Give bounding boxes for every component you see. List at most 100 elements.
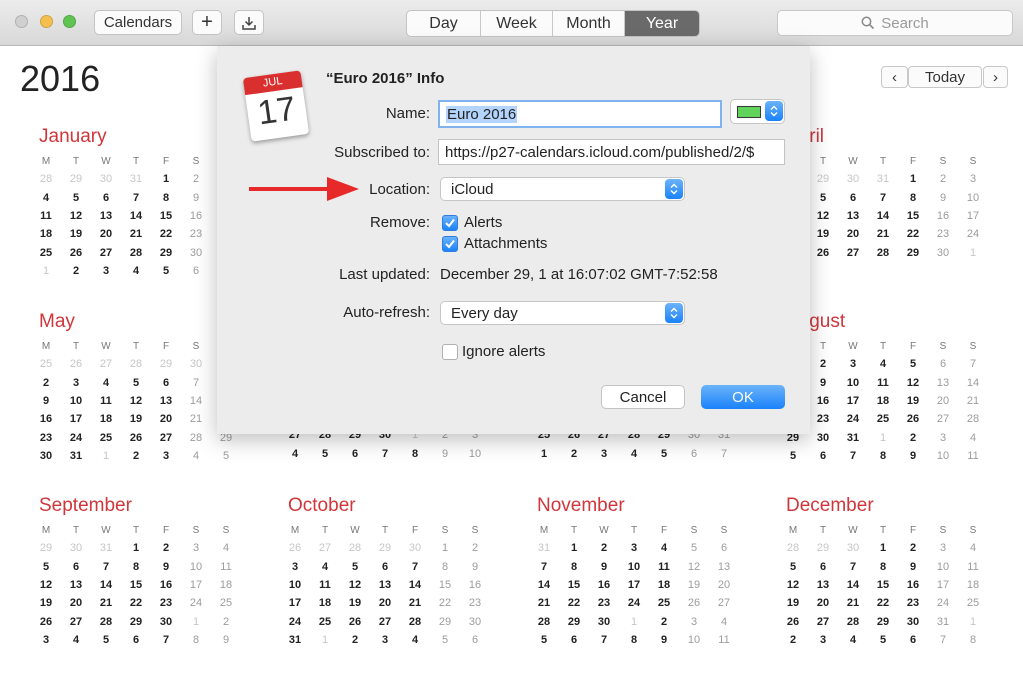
day-cell[interactable]: 30 [808,432,838,444]
day-cell[interactable]: 2 [898,542,928,554]
day-cell[interactable]: 20 [91,228,121,240]
day-cell[interactable]: 10 [460,448,490,460]
day-cell[interactable]: 11 [211,561,241,573]
day-cell[interactable]: 10 [838,377,868,389]
ok-button[interactable]: OK [701,385,785,409]
day-cell[interactable]: 17 [958,210,988,222]
day-cell[interactable]: 12 [778,579,808,591]
day-cell[interactable]: 22 [430,597,460,609]
day-cell[interactable]: 14 [181,395,211,407]
day-cell[interactable]: 28 [121,358,151,370]
day-cell[interactable]: 9 [928,192,958,204]
day-cell[interactable]: 19 [679,579,709,591]
day-cell[interactable]: 5 [679,542,709,554]
close-window-button[interactable] [15,15,28,28]
day-cell[interactable]: 4 [958,432,988,444]
day-cell[interactable]: 25 [958,597,988,609]
day-cell[interactable]: 3 [280,561,310,573]
day-cell[interactable]: 17 [838,395,868,407]
day-cell[interactable]: 18 [31,228,61,240]
day-cell[interactable]: 18 [91,413,121,425]
day-cell[interactable]: 16 [181,210,211,222]
day-cell[interactable]: 7 [928,634,958,646]
day-cell[interactable]: 10 [928,561,958,573]
day-cell[interactable]: 3 [838,358,868,370]
day-cell[interactable]: 11 [958,450,988,462]
subscribed-url-field[interactable]: https://p27-calendars.icloud.com/publish… [438,139,785,165]
day-cell[interactable]: 26 [61,358,91,370]
day-cell[interactable]: 14 [529,579,559,591]
day-cell[interactable]: 30 [460,616,490,628]
day-cell[interactable]: 7 [709,448,739,460]
zoom-window-button[interactable] [63,15,76,28]
day-cell[interactable]: 6 [808,450,838,462]
day-cell[interactable]: 9 [898,450,928,462]
day-cell[interactable]: 11 [649,561,679,573]
day-cell[interactable]: 7 [838,561,868,573]
day-cell[interactable]: 14 [91,579,121,591]
day-cell[interactable]: 6 [151,377,181,389]
day-cell[interactable]: 8 [868,450,898,462]
day-cell[interactable]: 6 [928,358,958,370]
day-cell[interactable]: 19 [61,228,91,240]
day-cell[interactable]: 5 [31,561,61,573]
day-cell[interactable]: 26 [679,597,709,609]
day-cell[interactable]: 1 [181,616,211,628]
day-cell[interactable]: 5 [808,192,838,204]
day-cell[interactable]: 31 [121,173,151,185]
day-cell[interactable]: 24 [619,597,649,609]
day-cell[interactable]: 21 [838,597,868,609]
day-cell[interactable]: 9 [460,561,490,573]
day-cell[interactable]: 26 [31,616,61,628]
day-cell[interactable]: 6 [181,265,211,277]
day-cell[interactable]: 19 [778,597,808,609]
day-cell[interactable]: 5 [151,265,181,277]
day-cell[interactable]: 29 [868,616,898,628]
day-cell[interactable]: 2 [340,634,370,646]
day-cell[interactable]: 4 [61,634,91,646]
tab-day[interactable]: Day [407,11,481,36]
day-cell[interactable]: 21 [181,413,211,425]
day-cell[interactable]: 6 [460,634,490,646]
day-cell[interactable]: 21 [868,228,898,240]
day-cell[interactable]: 23 [181,228,211,240]
day-cell[interactable]: 6 [91,192,121,204]
day-cell[interactable]: 25 [310,616,340,628]
day-cell[interactable]: 30 [838,173,868,185]
day-cell[interactable]: 16 [808,395,838,407]
day-cell[interactable]: 13 [709,561,739,573]
day-cell[interactable]: 3 [619,542,649,554]
day-cell[interactable]: 23 [589,597,619,609]
day-cell[interactable]: 16 [589,579,619,591]
day-cell[interactable]: 3 [31,634,61,646]
day-cell[interactable]: 28 [838,616,868,628]
next-year-button[interactable]: › [983,66,1008,88]
day-cell[interactable]: 27 [310,542,340,554]
day-cell[interactable]: 28 [778,542,808,554]
day-cell[interactable]: 10 [61,395,91,407]
day-cell[interactable]: 25 [31,358,61,370]
day-cell[interactable]: 11 [31,210,61,222]
day-cell[interactable]: 6 [808,561,838,573]
day-cell[interactable]: 17 [928,579,958,591]
day-cell[interactable]: 1 [151,173,181,185]
day-cell[interactable]: 28 [400,616,430,628]
day-cell[interactable]: 9 [589,561,619,573]
day-cell[interactable]: 4 [958,542,988,554]
day-cell[interactable]: 10 [928,450,958,462]
day-cell[interactable]: 29 [370,542,400,554]
day-cell[interactable]: 11 [91,395,121,407]
tab-month[interactable]: Month [553,11,625,36]
day-cell[interactable]: 1 [121,542,151,554]
day-cell[interactable]: 4 [709,616,739,628]
day-cell[interactable]: 5 [649,448,679,460]
day-cell[interactable]: 2 [928,173,958,185]
day-cell[interactable]: 2 [559,448,589,460]
day-cell[interactable]: 5 [211,450,241,462]
day-cell[interactable]: 15 [868,579,898,591]
day-cell[interactable]: 5 [430,634,460,646]
day-cell[interactable]: 23 [808,413,838,425]
day-cell[interactable]: 9 [151,561,181,573]
day-cell[interactable]: 5 [778,450,808,462]
day-cell[interactable]: 23 [898,597,928,609]
